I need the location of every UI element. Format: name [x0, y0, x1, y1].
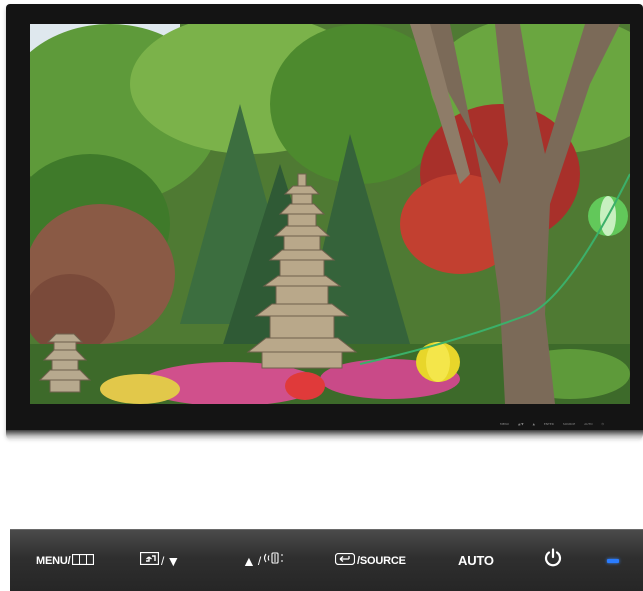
bezel-label: SOURCE — [562, 422, 576, 426]
monitor-bottom-edge — [6, 430, 643, 440]
led-light — [607, 558, 619, 563]
up-arrow-icon: ▲ — [242, 552, 256, 569]
bezel-label: MENU — [500, 422, 509, 426]
bezel-label: ▲/▼ — [517, 422, 524, 426]
source-label: /SOURCE — [357, 554, 406, 567]
adjust-slash: / — [161, 553, 165, 568]
menu-grid-icon — [72, 552, 95, 570]
menu-label: MENU/ — [36, 554, 71, 567]
auto-label: AUTO — [458, 553, 494, 568]
power-button[interactable] — [543, 530, 563, 591]
menu-button[interactable]: MENU/ — [36, 530, 95, 591]
source-input-icon — [334, 552, 356, 570]
power-icon — [543, 548, 563, 573]
bezel-label: ENTER — [543, 422, 554, 426]
bezel-label: ⏻ — [601, 422, 605, 426]
source-button[interactable]: /SOURCE — [334, 530, 406, 591]
monitor-control-bar: MENU/ / ▼ ▲ / /SOURCE AUTO — [10, 529, 643, 591]
brightness-icon — [263, 551, 285, 570]
bezel-button-labels: MENU ▲/▼ ▲ ENTER SOURCE AUTO ⏻ — [500, 420, 604, 428]
bezel-label: AUTO — [584, 422, 593, 426]
enter-box-icon — [139, 551, 160, 570]
down-arrow-icon: ▼ — [166, 552, 181, 569]
bezel-label: ▲ — [532, 422, 535, 426]
screen-garden-photo — [30, 24, 630, 404]
auto-button[interactable]: AUTO — [458, 530, 494, 591]
power-led-indicator — [607, 530, 619, 591]
adjust-down-button[interactable]: / ▼ — [139, 530, 181, 591]
brightness-button[interactable]: ▲ / — [242, 530, 285, 591]
brightness-slash: / — [257, 553, 262, 568]
